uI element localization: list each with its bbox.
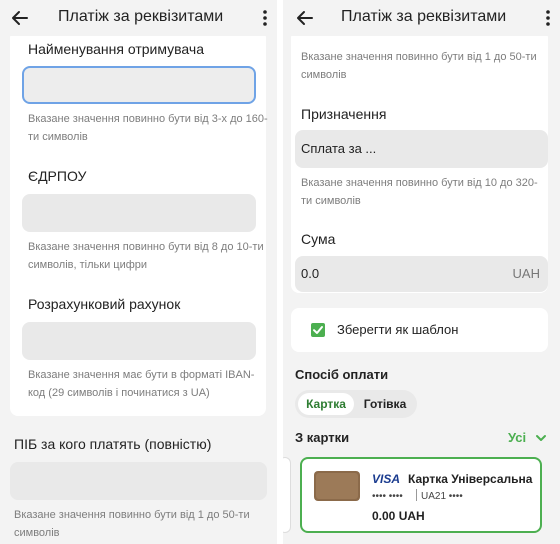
save-template-row[interactable]: Зберегти як шаблон — [291, 308, 548, 352]
payment-card[interactable]: VISA Картка Універсальна •••• •••• UA21 … — [300, 457, 542, 533]
card-masked-number: •••• •••• — [372, 491, 403, 502]
edrpou-input[interactable] — [22, 194, 256, 232]
account-input[interactable] — [22, 322, 256, 360]
save-template-label: Зберегти як шаблон — [337, 322, 459, 337]
edrpou-hint: Вказане значення повинно бути від 8 до 1… — [28, 241, 264, 271]
tab-cash[interactable]: Готівка — [357, 393, 413, 415]
back-arrow-icon[interactable] — [10, 8, 30, 28]
card-name: Картка Універсальна — [408, 472, 533, 486]
right-screen: Платіж за реквізитами Вказане значення п… — [283, 0, 560, 544]
amount-value: 0.0 — [301, 266, 320, 281]
purpose-label: Призначення — [301, 106, 387, 122]
save-template-checkbox[interactable] — [311, 323, 325, 337]
amount-currency: UAH — [512, 266, 540, 281]
payer-name-hint: Вказане значення повинно бути від 1 до 5… — [14, 509, 250, 539]
card-iban: UA21 •••• — [421, 491, 463, 502]
account-hint: Вказане значення має бути в форматі IBAN… — [28, 369, 255, 399]
edrpou-label: ЄДРПОУ — [28, 168, 87, 184]
prev-card-edge[interactable] — [283, 457, 291, 533]
purpose-value: Сплата за ... — [301, 141, 377, 156]
payer-name-label: ПІБ за кого платять (повністю) — [14, 436, 212, 452]
card-separator — [416, 489, 417, 501]
more-vert-icon[interactable] — [261, 9, 269, 27]
tab-card[interactable]: Картка — [298, 393, 354, 415]
payer-name-hint: Вказане значення повинно бути від 1 до 5… — [301, 51, 537, 81]
purpose-hint: Вказане значення повинно бути від 10 до … — [301, 177, 538, 207]
all-cards-link[interactable]: Усі — [508, 430, 526, 445]
app-bar: Платіж за реквізитами — [0, 0, 277, 36]
amount-label: Сума — [301, 231, 336, 247]
page-title: Платіж за реквізитами — [58, 8, 224, 25]
payment-method-tabs: Картка Готівка — [295, 390, 417, 418]
more-vert-icon[interactable] — [544, 9, 552, 27]
recipient-name-hint: Вказане значення повинно бути від 3-х до… — [28, 113, 268, 143]
chevron-down-icon[interactable] — [535, 432, 547, 444]
app-bar: Платіж за реквізитами — [283, 0, 560, 36]
from-card-title: З картки — [295, 430, 350, 445]
back-arrow-icon[interactable] — [295, 8, 315, 28]
amount-input[interactable]: 0.0 UAH — [295, 256, 548, 292]
recipient-name-label: Найменування отримувача — [28, 41, 204, 57]
recipient-name-input[interactable] — [22, 66, 256, 104]
account-label: Розрахунковий рахунок — [28, 296, 181, 312]
payment-method-title: Спосіб оплати — [295, 367, 389, 382]
purpose-input[interactable]: Сплата за ... — [295, 130, 548, 168]
left-screen: Платіж за реквізитами Найменування отрим… — [0, 0, 277, 544]
payer-name-input[interactable] — [10, 462, 267, 500]
card-balance: 0.00 UAH — [372, 509, 425, 523]
visa-logo-icon: VISA — [372, 472, 401, 486]
card-image-icon — [314, 471, 360, 501]
page-title: Платіж за реквізитами — [341, 8, 507, 25]
checkmark-icon — [313, 326, 323, 334]
